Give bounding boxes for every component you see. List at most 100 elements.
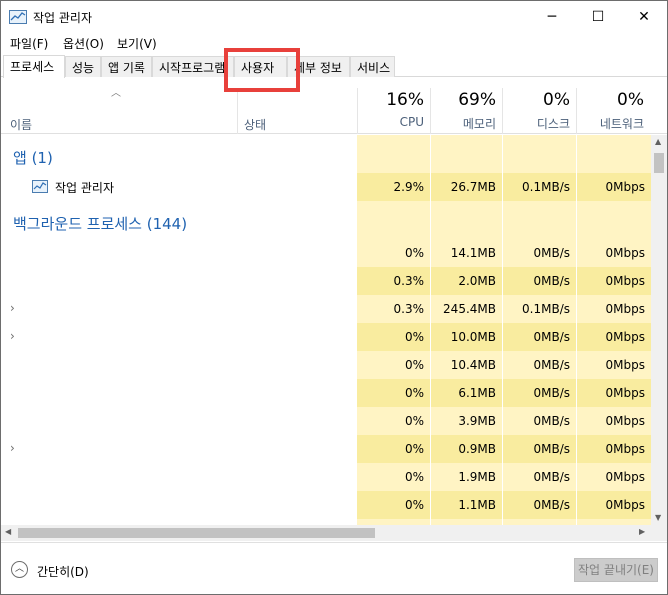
table-row[interactable]: 0% 6.1MB 0MB/s 0Mbps bbox=[1, 379, 651, 407]
scroll-right-icon[interactable]: ▶ bbox=[639, 527, 645, 536]
menu-bar: 파일(F) 옵션(O) 보기(V) bbox=[1, 33, 667, 53]
cpu-cell: 0% bbox=[404, 246, 424, 260]
memory-cell: 1.1MB bbox=[431, 491, 502, 519]
network-cell: 0Mbps bbox=[577, 323, 651, 351]
network-percent: 0% bbox=[617, 90, 644, 110]
disk-cell: 0MB/s bbox=[503, 491, 576, 519]
column-header: ︿ 이름 상태 16% CPU 69% 메모리 0% 디스크 0% 네트워크 bbox=[1, 78, 667, 134]
maximize-icon: ☐ bbox=[591, 9, 605, 25]
process-list: 앱 (1) 작업 관리자 2.9% 26.7MB 0.1MB/s 0Mbps 백… bbox=[1, 135, 651, 525]
disk-cell: 0MB/s bbox=[533, 470, 570, 484]
disk-cell: 0MB/s bbox=[533, 414, 570, 428]
tab-processes[interactable]: 프로세스 bbox=[3, 55, 65, 78]
table-row[interactable]: 0.3% 2.0MB 0MB/s 0Mbps bbox=[1, 267, 651, 295]
highlight-box bbox=[224, 48, 300, 92]
disk-cell: 0MB/s bbox=[503, 435, 576, 463]
tab-app-history[interactable]: 앱 기록 bbox=[101, 56, 152, 77]
minimize-button[interactable]: ─ bbox=[529, 1, 575, 33]
fewer-details-link[interactable]: 간단히(D) bbox=[37, 563, 89, 580]
process-name: 작업 관리자 bbox=[55, 181, 115, 195]
expand-chevron-icon[interactable]: › bbox=[10, 301, 15, 315]
cpu-cell: 0% bbox=[404, 470, 424, 484]
network-cell: 0Mbps bbox=[605, 246, 645, 260]
memory-cell: 0.9MB bbox=[431, 435, 502, 463]
memory-cell: 14.1MB bbox=[450, 246, 496, 260]
column-disk[interactable]: 0% 디스크 bbox=[503, 78, 576, 134]
cpu-cell: 0.3% bbox=[357, 267, 430, 295]
memory-percent: 69% bbox=[458, 90, 496, 110]
tab-bar: 프로세스 성능 앱 기록 시작프로그램 사용자 세부 정보 서비스 bbox=[1, 55, 667, 78]
scroll-left-icon[interactable]: ◀ bbox=[5, 527, 11, 536]
column-cpu[interactable]: 16% CPU bbox=[358, 78, 430, 134]
network-cell: 0Mbps bbox=[577, 267, 651, 295]
cpu-cell: 2.9% bbox=[357, 173, 430, 201]
table-row[interactable]: 0% 14.1MB 0MB/s 0Mbps bbox=[1, 239, 651, 267]
memory-cell: 26.7MB bbox=[431, 173, 502, 201]
chevron-up-icon[interactable]: ︿ bbox=[11, 561, 28, 578]
menu-view[interactable]: 보기(V) bbox=[117, 35, 157, 52]
disk-percent: 0% bbox=[543, 90, 570, 110]
column-network[interactable]: 0% 네트워크 bbox=[577, 78, 650, 134]
cpu-label: CPU bbox=[399, 115, 424, 129]
minimize-icon: ─ bbox=[547, 9, 557, 25]
window-title: 작업 관리자 bbox=[33, 11, 93, 25]
group-background[interactable]: 백그라운드 프로세스 (144) bbox=[1, 205, 651, 238]
cpu-cell: 0% bbox=[357, 323, 430, 351]
expand-chevron-icon[interactable]: › bbox=[10, 441, 15, 455]
network-cell: 0Mbps bbox=[577, 173, 651, 201]
column-status[interactable]: 상태 bbox=[244, 116, 266, 133]
network-cell: 0Mbps bbox=[605, 302, 645, 316]
memory-label: 메모리 bbox=[462, 117, 496, 131]
table-row[interactable]: 0% 10.4MB 0MB/s 0Mbps bbox=[1, 351, 651, 379]
group-label: 백그라운드 프로세스 (144) bbox=[13, 215, 188, 233]
tab-startup[interactable]: 시작프로그램 bbox=[152, 56, 234, 77]
task-manager-icon bbox=[32, 180, 48, 193]
close-button[interactable]: ✕ bbox=[621, 1, 667, 33]
network-cell: 0Mbps bbox=[605, 358, 645, 372]
cpu-cell: 0% bbox=[357, 435, 430, 463]
group-label: 앱 (1) bbox=[13, 149, 53, 167]
menu-file[interactable]: 파일(F) bbox=[10, 35, 48, 52]
table-row[interactable]: › 0% 0.9MB 0MB/s 0Mbps bbox=[1, 435, 651, 463]
table-row[interactable]: › 0% 10.0MB 0MB/s 0Mbps bbox=[1, 323, 651, 351]
network-label: 네트워크 bbox=[599, 117, 644, 131]
network-cell: 0Mbps bbox=[577, 379, 651, 407]
horizontal-scrollbar[interactable]: ◀ ▶ bbox=[1, 525, 651, 541]
scroll-thumb[interactable] bbox=[18, 528, 375, 538]
disk-cell: 0MB/s bbox=[503, 379, 576, 407]
network-cell: 0Mbps bbox=[577, 491, 651, 519]
cpu-cell: 0% bbox=[404, 414, 424, 428]
expand-chevron-icon[interactable]: › bbox=[10, 329, 15, 343]
cpu-cell: 0% bbox=[357, 491, 430, 519]
column-name[interactable]: 이름 bbox=[10, 116, 32, 133]
sort-arrow-icon: ︿ bbox=[111, 88, 121, 99]
end-task-button[interactable]: 작업 끝내기(E) bbox=[574, 558, 658, 582]
table-row[interactable]: 0% 1.1MB 0MB/s 0Mbps bbox=[1, 491, 651, 519]
memory-cell: 3.9MB bbox=[458, 414, 496, 428]
table-row[interactable]: 0% 1.9MB 0MB/s 0Mbps bbox=[1, 463, 651, 491]
cpu-cell: 0.3% bbox=[393, 302, 425, 316]
close-icon: ✕ bbox=[638, 9, 650, 25]
tab-services[interactable]: 서비스 bbox=[350, 56, 395, 77]
maximize-button[interactable]: ☐ bbox=[575, 1, 621, 33]
title-bar: 작업 관리자 ─ ☐ ✕ bbox=[1, 1, 667, 33]
memory-cell: 10.0MB bbox=[431, 323, 502, 351]
table-row[interactable]: 작업 관리자 2.9% 26.7MB 0.1MB/s 0Mbps bbox=[1, 173, 651, 201]
task-manager-icon bbox=[9, 10, 27, 24]
vertical-scrollbar[interactable]: ▲ ▼ bbox=[651, 135, 667, 525]
scroll-down-icon[interactable]: ▼ bbox=[655, 513, 661, 522]
cpu-percent: 16% bbox=[386, 90, 424, 110]
scroll-up-icon[interactable]: ▲ bbox=[655, 137, 661, 146]
table-row[interactable]: 0% 3.9MB 0MB/s 0Mbps bbox=[1, 407, 651, 435]
tab-performance[interactable]: 성능 bbox=[65, 56, 101, 77]
group-apps[interactable]: 앱 (1) bbox=[1, 139, 651, 172]
menu-options[interactable]: 옵션(O) bbox=[63, 35, 104, 52]
column-memory[interactable]: 69% 메모리 bbox=[431, 78, 502, 134]
memory-cell: 2.0MB bbox=[431, 267, 502, 295]
footer: ︿ 간단히(D) 작업 끝내기(E) bbox=[1, 542, 667, 594]
scroll-thumb[interactable] bbox=[654, 153, 664, 173]
disk-cell: 0MB/s bbox=[503, 323, 576, 351]
disk-cell: 0MB/s bbox=[533, 246, 570, 260]
table-row[interactable]: › 0.3% 245.4MB 0.1MB/s 0Mbps bbox=[1, 295, 651, 323]
network-cell: 0Mbps bbox=[605, 414, 645, 428]
